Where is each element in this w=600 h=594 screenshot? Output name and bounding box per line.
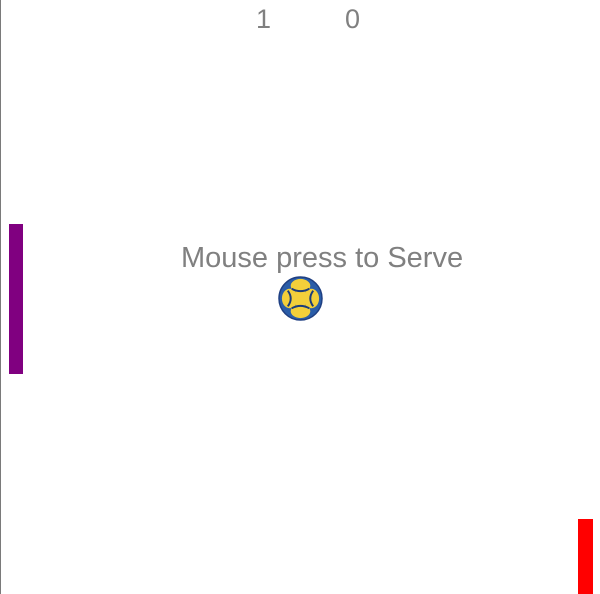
game-canvas[interactable]: 1 0 Mouse press to Serve bbox=[0, 0, 600, 594]
right-score: 0 bbox=[345, 4, 361, 34]
left-paddle bbox=[9, 224, 23, 374]
left-score: 1 bbox=[256, 4, 272, 34]
ball-center-panel bbox=[292, 290, 309, 307]
left-border bbox=[0, 0, 1, 594]
serve-message: Mouse press to Serve bbox=[181, 242, 464, 274]
right-paddle bbox=[578, 519, 593, 594]
ball-icon bbox=[278, 276, 323, 321]
